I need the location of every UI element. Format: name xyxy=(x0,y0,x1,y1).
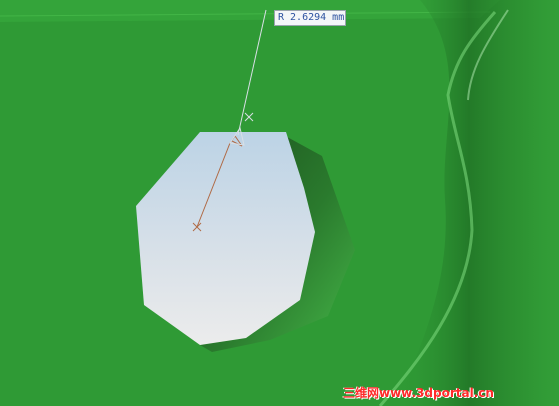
radius-dimension-label[interactable]: R 2.6294 mm xyxy=(274,10,346,26)
watermark-text: 三维网www.3dportal.cn xyxy=(343,386,494,400)
cad-viewport[interactable] xyxy=(0,0,559,406)
